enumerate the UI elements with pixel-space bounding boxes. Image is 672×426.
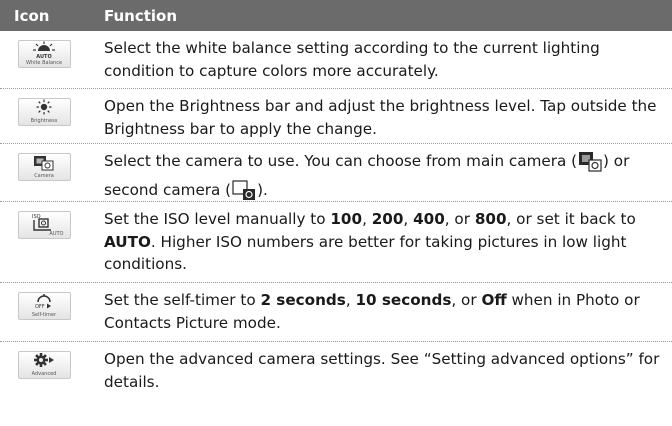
table-row: Brightness Open the Brightness bar and a… [0,89,672,144]
table-row: ISO AUTO Set the ISO level manually to 1… [0,202,672,283]
icon-function-table: Icon Function AUTO White Balance Select … [0,0,672,426]
svg-text:OFF: OFF [35,304,45,310]
table-row: Camera Select the camera to use. You can… [0,144,672,202]
brightness-icon: Brightness [17,98,71,126]
row-text: Select the camera to use. You can choose… [88,144,672,201]
row-text: Open the Brightness bar and adjust the b… [104,97,657,138]
main-camera-icon [578,151,602,179]
row-text: Open the advanced camera settings. See “… [104,350,660,391]
row-text: Select the white balance setting accordi… [104,39,600,80]
white-balance-icon: AUTO White Balance [17,40,71,68]
header-icon: Icon [14,6,50,25]
advanced-settings-icon: Advanced [17,351,71,379]
table-row: Advanced Open the advanced camera settin… [0,342,672,402]
table-header: Icon Function [0,0,672,31]
table-row: AUTO White Balance Select the white bala… [0,31,672,89]
table-row: OFF Self-timer Set the self-timer to 2 s… [0,283,672,342]
iso-icon: ISO AUTO [17,211,71,239]
camera-switch-icon: Camera [17,153,71,181]
row-text: Set the self-timer to 2 seconds, 10 seco… [104,291,640,332]
header-function: Function [104,6,178,25]
row-text: Set the ISO level manually to 100, 200, … [104,210,636,273]
self-timer-icon: OFF Self-timer [17,292,71,320]
